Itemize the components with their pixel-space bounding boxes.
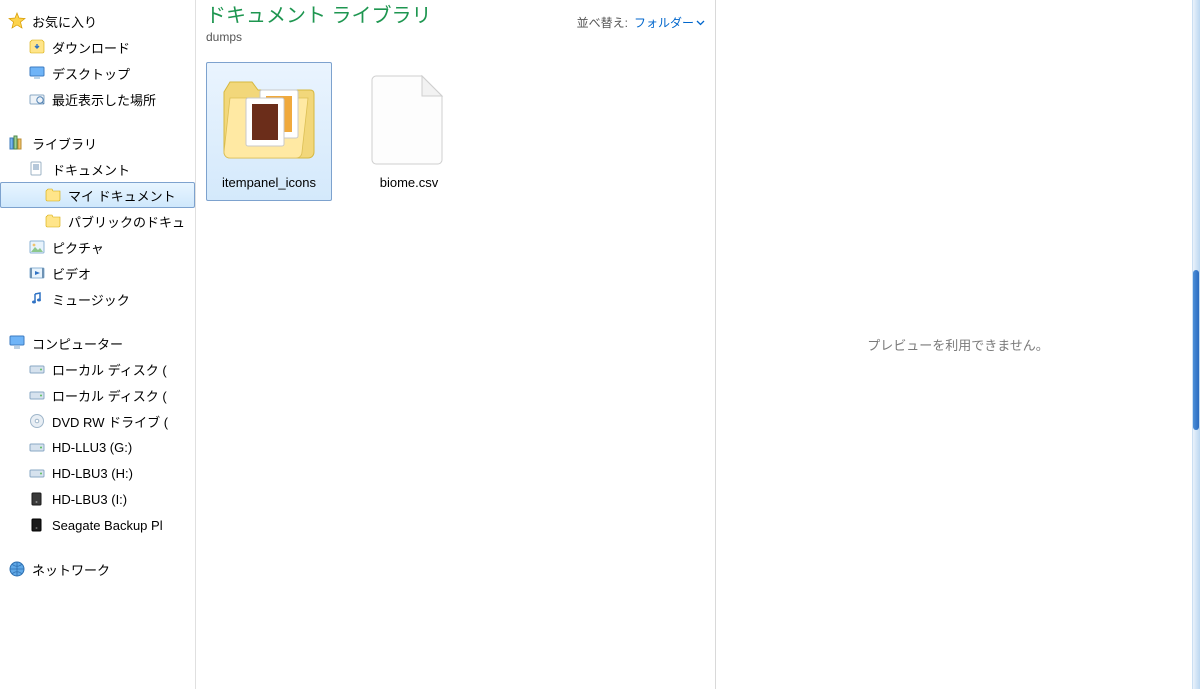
sidebar-item-my-documents[interactable]: マイ ドキュメント (0, 182, 195, 208)
file-list: itempanel_icons biome.csv (206, 62, 705, 201)
sidebar-item-drive-h[interactable]: HD-LBU3 (H:) (0, 460, 195, 486)
file-label: itempanel_icons (207, 175, 331, 192)
label: ライブラリ (32, 134, 97, 153)
documents-icon (28, 160, 46, 178)
folder-name: dumps (206, 30, 432, 44)
folder-icon (44, 186, 62, 204)
label: ローカル ディスク ( (52, 386, 167, 405)
label: ネットワーク (32, 560, 110, 579)
library-title: ドキュメント ライブラリ (206, 4, 432, 28)
label: お気に入り (32, 12, 97, 31)
star-icon (8, 12, 26, 30)
hdd-icon (28, 386, 46, 404)
hdd-icon (28, 464, 46, 482)
label: ローカル ディスク ( (52, 360, 167, 379)
sidebar-item-documents[interactable]: ドキュメント (0, 156, 195, 182)
sidebar-item-local-disk-1[interactable]: ローカル ディスク ( (0, 382, 195, 408)
sidebar-item-drive-i[interactable]: HD-LBU3 (I:) (0, 486, 195, 512)
pictures-icon (28, 238, 46, 256)
external-drive-icon (28, 516, 46, 534)
label: HD-LLU3 (G:) (52, 440, 132, 455)
file-label: biome.csv (347, 175, 471, 192)
label: ピクチャ (52, 238, 104, 257)
navigation-pane: お気に入り ダウンロード デスクトップ 最近表示した場所 ライブラリ ドキュメン… (0, 0, 196, 689)
file-thumb-icon (359, 69, 459, 169)
label: HD-LBU3 (I:) (52, 492, 127, 507)
sort-value: フォルダー (634, 14, 694, 31)
sidebar-network-header[interactable]: ネットワーク (0, 556, 195, 582)
sidebar-item-recent[interactable]: 最近表示した場所 (0, 86, 195, 112)
sidebar-item-desktop[interactable]: デスクトップ (0, 60, 195, 86)
sidebar-item-videos[interactable]: ビデオ (0, 260, 195, 286)
downloads-icon (28, 38, 46, 56)
sidebar-item-music[interactable]: ミュージック (0, 286, 195, 312)
sidebar-item-dvd-drive[interactable]: DVD RW ドライブ ( (0, 408, 195, 434)
preview-pane: プレビューを利用できません。 (716, 0, 1200, 689)
main-area: ドキュメント ライブラリ dumps 並べ替え: フォルダー (196, 0, 1200, 689)
recent-icon (28, 90, 46, 108)
computer-icon (8, 334, 26, 352)
label: ビデオ (52, 264, 91, 283)
scrollbar-track[interactable] (1192, 0, 1200, 689)
network-icon (8, 560, 26, 578)
preview-message: プレビューを利用できません。 (867, 335, 1049, 354)
label: コンピューター (32, 334, 123, 353)
label: デスクトップ (52, 64, 130, 83)
label: DVD RW ドライブ ( (52, 412, 168, 431)
sidebar-item-downloads[interactable]: ダウンロード (0, 34, 195, 60)
hdd-icon (28, 360, 46, 378)
content-header: ドキュメント ライブラリ dumps 並べ替え: フォルダー (206, 0, 705, 44)
external-drive-icon (28, 490, 46, 508)
label: HD-LBU3 (H:) (52, 466, 133, 481)
label: ドキュメント (52, 160, 130, 179)
sort-control: 並べ替え: フォルダー (577, 4, 705, 31)
libraries-icon (8, 134, 26, 152)
label: Seagate Backup Pl (52, 518, 163, 533)
desktop-icon (28, 64, 46, 82)
label: ダウンロード (52, 38, 130, 57)
sidebar-item-local-disk-0[interactable]: ローカル ディスク ( (0, 356, 195, 382)
sidebar-item-pictures[interactable]: ピクチャ (0, 234, 195, 260)
sidebar-computer-header[interactable]: コンピューター (0, 330, 195, 356)
sidebar-libraries-header[interactable]: ライブラリ (0, 130, 195, 156)
content-pane: ドキュメント ライブラリ dumps 並べ替え: フォルダー (196, 0, 716, 689)
scrollbar-thumb[interactable] (1193, 270, 1199, 430)
label: パブリックのドキュ (68, 212, 185, 231)
folder-icon (44, 212, 62, 230)
folder-thumb-icon (219, 69, 319, 169)
sort-label: 並べ替え: (577, 14, 628, 31)
file-item-csv[interactable]: biome.csv (346, 62, 472, 201)
label: ミュージック (52, 290, 130, 309)
hdd-icon (28, 438, 46, 456)
dvd-icon (28, 412, 46, 430)
label: 最近表示した場所 (52, 90, 156, 109)
chevron-down-icon (696, 18, 705, 27)
sidebar-item-drive-g[interactable]: HD-LLU3 (G:) (0, 434, 195, 460)
label: マイ ドキュメント (68, 186, 176, 205)
sidebar-favorites-header[interactable]: お気に入り (0, 8, 195, 34)
file-item-folder[interactable]: itempanel_icons (206, 62, 332, 201)
music-icon (28, 290, 46, 308)
sort-dropdown[interactable]: フォルダー (634, 14, 705, 31)
sidebar-item-public-documents[interactable]: パブリックのドキュ (0, 208, 195, 234)
videos-icon (28, 264, 46, 282)
sidebar-item-seagate[interactable]: Seagate Backup Pl (0, 512, 195, 538)
